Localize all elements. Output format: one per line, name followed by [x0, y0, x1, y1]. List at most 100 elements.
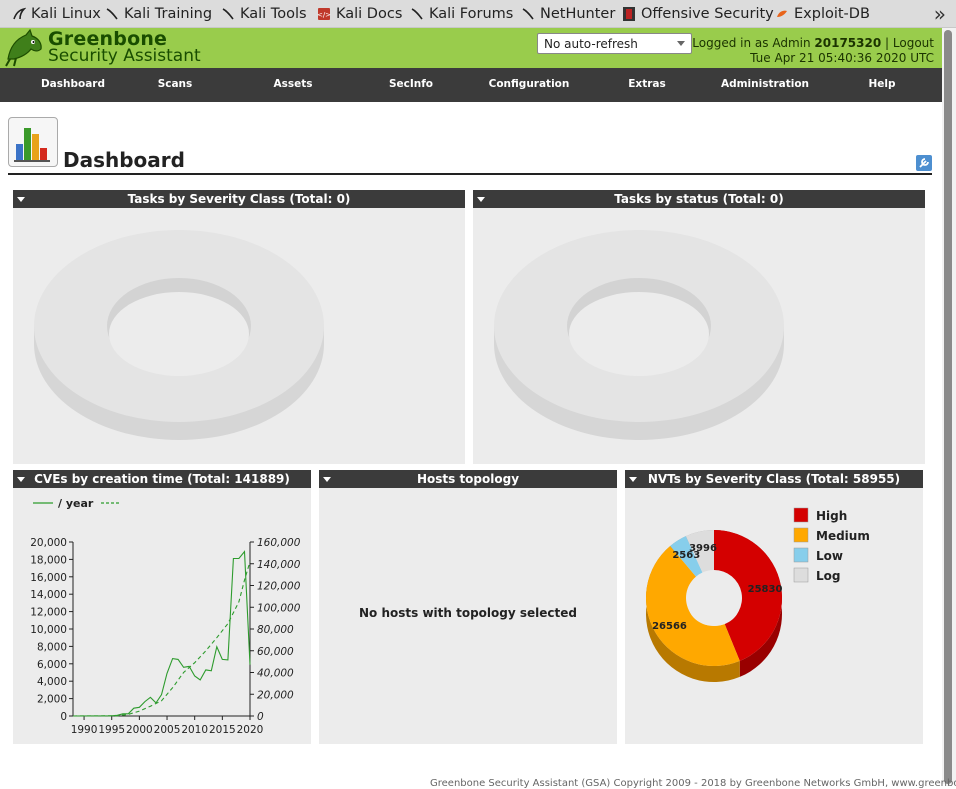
- legend-label-log: Log: [816, 569, 840, 583]
- hosts-empty-message: No hosts with topology selected: [359, 606, 577, 620]
- nav-administration[interactable]: Administration: [720, 78, 810, 90]
- login-info: Logged in as Admin 20175320 | Logout: [692, 36, 934, 50]
- kali-docs-icon: </>: [317, 8, 331, 20]
- panel-header[interactable]: CVEs by creation time (Total: 141889): [13, 470, 311, 488]
- y-tick-label: 8,000: [37, 641, 67, 653]
- kali-dragon-icon: [411, 8, 423, 20]
- y-tick-label: 2,000: [37, 694, 67, 706]
- bookmark-kali-training[interactable]: Kali Training: [105, 4, 212, 24]
- legend-swatch-low: [793, 547, 809, 563]
- x-tick-label: 2010: [181, 724, 208, 736]
- kali-dragon-icon: [222, 8, 234, 20]
- empty-donut-chart: [34, 230, 324, 440]
- bookmark-kali-linux[interactable]: Kali Linux: [12, 4, 101, 24]
- bookmark-exploit-db[interactable]: Exploit-DB: [775, 4, 870, 24]
- legend-label-medium: Medium: [816, 529, 870, 543]
- panel-hosts-topology: Hosts topology No hosts with topology se…: [319, 470, 617, 744]
- gsa-header: Greenbone Security Assistant No auto-ref…: [0, 28, 942, 68]
- y-tick-label: 20,000: [30, 537, 67, 549]
- bookmarks-toolbar: Kali Linux Kali Training Kali Tools </> …: [0, 0, 956, 28]
- kali-dragon-icon: [13, 7, 26, 20]
- panel-header[interactable]: Hosts topology: [319, 470, 617, 488]
- nav-configuration[interactable]: Configuration: [484, 78, 574, 90]
- legend-swatch-log: [793, 567, 809, 583]
- chevron-down-icon: [677, 41, 685, 46]
- y2-tick-label: 0: [257, 711, 264, 723]
- panel-header[interactable]: NVTs by Severity Class (Total: 58955): [625, 470, 923, 488]
- title-divider: [8, 173, 932, 175]
- y2-tick-label: 60,000: [257, 646, 294, 658]
- bookmark-kali-tools[interactable]: Kali Tools: [221, 4, 307, 24]
- y-tick-label: 18,000: [30, 554, 67, 566]
- kali-dragon-icon: [106, 8, 118, 20]
- kali-dragon-icon: [522, 8, 534, 20]
- x-tick-label: 2015: [209, 724, 236, 736]
- nav-assets[interactable]: Assets: [248, 78, 338, 90]
- panel-menu-icon[interactable]: [17, 477, 25, 482]
- panel-menu-icon[interactable]: [323, 477, 331, 482]
- logout-link[interactable]: Logout: [893, 36, 934, 50]
- panel-tasks-severity: Tasks by Severity Class (Total: 0): [13, 190, 465, 464]
- exploit-db-icon: [777, 10, 787, 17]
- bookmark-kali-forums[interactable]: Kali Forums: [410, 4, 513, 24]
- greenbone-logo-icon: [5, 29, 42, 67]
- panel-header[interactable]: Tasks by status (Total: 0): [473, 190, 925, 208]
- slice-value-label: 26566: [652, 621, 687, 632]
- bookmarks-overflow-icon[interactable]: »: [934, 2, 946, 26]
- nav-scans[interactable]: Scans: [130, 78, 220, 90]
- y-tick-label: 14,000: [30, 589, 67, 601]
- legend-swatch-high: [793, 507, 809, 523]
- y-tick-label: 0: [60, 711, 67, 723]
- x-tick-label: 1990: [71, 724, 98, 736]
- legend-swatch-medium: [793, 527, 809, 543]
- x-tick-label: 2000: [126, 724, 153, 736]
- y2-tick-label: 140,000: [257, 559, 301, 571]
- chart-legend: / year: [33, 497, 121, 510]
- series-line-per-year: [72, 550, 251, 717]
- legend-label-yearly: / year: [58, 497, 94, 510]
- panel-nvts: NVTs by Severity Class (Total: 58955) 25…: [625, 470, 923, 744]
- username[interactable]: 20175320: [814, 36, 881, 50]
- x-tick-label: 1995: [98, 724, 125, 736]
- current-datetime: Tue Apr 21 05:40:36 2020 UTC: [750, 51, 934, 65]
- y-tick-label: 10,000: [30, 624, 67, 636]
- y-tick-label: 6,000: [37, 659, 67, 671]
- legend-label-high: High: [816, 509, 847, 523]
- nav-secinfo[interactable]: SecInfo: [366, 78, 456, 90]
- empty-donut-chart: [494, 230, 784, 440]
- panel-menu-icon[interactable]: [477, 197, 485, 202]
- y-tick-label: 12,000: [30, 607, 67, 619]
- svg-text:</>: </>: [317, 11, 331, 19]
- dashboard-chart-icon: [8, 117, 58, 167]
- slice-value-label: 25830: [748, 584, 783, 595]
- y2-tick-label: 160,000: [257, 537, 301, 549]
- y-tick-label: 16,000: [30, 572, 67, 584]
- y2-tick-label: 20,000: [257, 689, 294, 701]
- slice-value-label: 3996: [689, 543, 717, 554]
- panel-menu-icon[interactable]: [17, 197, 25, 202]
- panel-menu-icon[interactable]: [629, 477, 637, 482]
- page-title: Dashboard: [63, 148, 185, 172]
- cve-line-chart: / year 0 2,000 4,000 6,000 8,000 10,000 12,000 1…: [30, 497, 301, 736]
- nav-extras[interactable]: Extras: [602, 78, 692, 90]
- user-role: Admin: [772, 36, 811, 50]
- main-nav: Dashboard Scans Assets SecInfo Configura…: [0, 68, 942, 102]
- nav-dashboard[interactable]: Dashboard: [28, 78, 118, 90]
- bookmark-kali-docs[interactable]: </> Kali Docs: [317, 4, 402, 24]
- bookmark-nethunter[interactable]: NetHunter: [521, 4, 615, 24]
- wrench-icon[interactable]: [916, 155, 932, 171]
- x-tick-label: 2020: [237, 724, 264, 736]
- panel-cves: CVEs by creation time (Total: 141889) / …: [13, 470, 311, 744]
- panel-header[interactable]: Tasks by Severity Class (Total: 0): [13, 190, 465, 208]
- nav-help[interactable]: Help: [837, 78, 927, 90]
- brand-subtitle: Security Assistant: [48, 46, 201, 66]
- nvt-donut-chart: 258302656625633996HighMediumLowLog: [646, 507, 870, 682]
- auto-refresh-select[interactable]: No auto-refresh: [537, 33, 692, 54]
- panel-tasks-status: Tasks by status (Total: 0): [473, 190, 925, 464]
- y2-tick-label: 120,000: [257, 581, 301, 593]
- offsec-icon: [623, 7, 635, 21]
- x-tick-label: 2005: [154, 724, 181, 736]
- y2-tick-label: 40,000: [257, 668, 294, 680]
- scrollbar-thumb[interactable]: [944, 30, 952, 784]
- bookmark-offensive-security[interactable]: Offensive Security: [622, 4, 774, 24]
